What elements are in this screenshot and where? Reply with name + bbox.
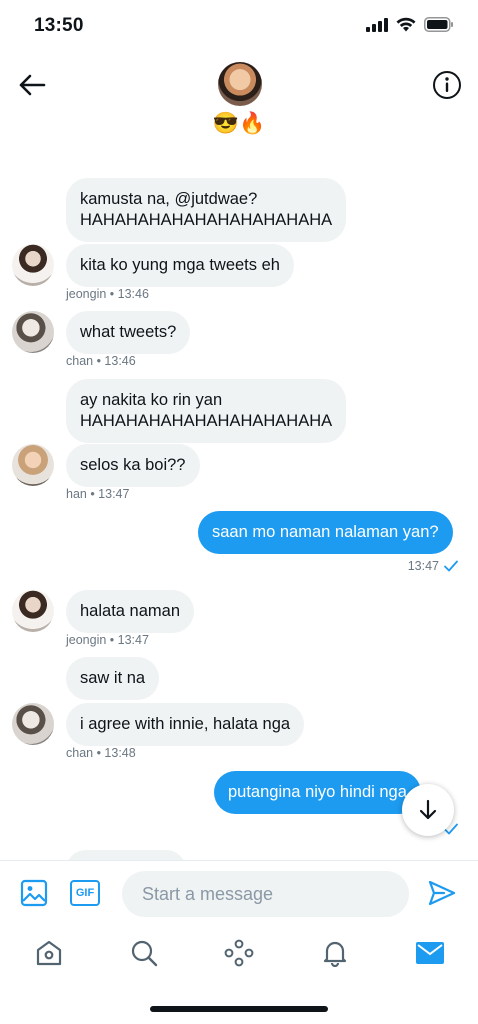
message-text: putangina niyo hindi nga xyxy=(228,783,407,801)
arrow-down-icon xyxy=(419,799,437,820)
message-text: saan mo naman nalaman yan? xyxy=(212,523,439,541)
info-icon xyxy=(433,71,461,99)
tab-notifications[interactable] xyxy=(318,936,352,970)
group-avatar[interactable] xyxy=(218,62,262,106)
scroll-to-bottom-button[interactable] xyxy=(402,784,454,836)
home-indicator[interactable] xyxy=(150,1006,328,1012)
message-meta: han • 13:47 xyxy=(66,487,130,501)
avatar-chan[interactable] xyxy=(12,703,54,745)
status-bar: 13:50 xyxy=(0,0,478,54)
message-text: HAHAHAHAHAHAHAHAHAHAHA xyxy=(80,412,333,430)
battery-icon xyxy=(424,17,453,32)
message-text: saw it na xyxy=(80,669,146,687)
message-meta: jeongin • 13:47 xyxy=(66,633,149,647)
tab-search[interactable] xyxy=(127,936,161,970)
message-bubble-outgoing[interactable]: saan mo naman nalaman yan? xyxy=(198,511,453,554)
search-icon xyxy=(131,940,158,967)
message-list[interactable]: kamusta na, @jutdwae? HAHAHAHAHAHAHAHAHA… xyxy=(0,150,478,860)
image-icon xyxy=(20,879,48,907)
message-bubble[interactable]: kita ko yung mga tweets eh xyxy=(66,244,294,287)
message-bubble-partial[interactable] xyxy=(66,850,186,860)
avatar-jeongin[interactable] xyxy=(12,590,54,632)
message-bubble[interactable]: i agree with innie, halata nga xyxy=(66,703,305,746)
message-time: 13:47 xyxy=(407,559,439,573)
info-button[interactable] xyxy=(432,70,462,100)
sent-check-icon xyxy=(444,560,458,572)
message-bubble[interactable]: saw it na xyxy=(66,657,160,700)
spaces-icon xyxy=(224,939,254,967)
gif-icon: GIF xyxy=(70,880,100,906)
message-bubble-outgoing[interactable]: putangina niyo hindi nga xyxy=(214,771,421,814)
home-icon xyxy=(36,940,62,966)
status-time: 13:50 xyxy=(34,15,84,36)
message-text: kita ko yung mga tweets eh xyxy=(80,256,280,274)
message-text: what tweets? xyxy=(80,323,177,341)
back-button[interactable] xyxy=(14,70,50,100)
message-bubble[interactable]: ay nakita ko rin yan HAHAHAHAHAHAHAHAHAH… xyxy=(66,379,347,443)
gif-button[interactable]: GIF xyxy=(69,877,101,909)
message-meta: jeongin • 13:46 xyxy=(66,287,149,301)
message-text: i agree with innie, halata nga xyxy=(80,715,291,733)
message-composer: GIF xyxy=(0,860,478,928)
avatar-han[interactable] xyxy=(12,444,54,486)
conversation-header: 😎🔥 xyxy=(0,54,478,150)
message-meta-outgoing: 13:47 xyxy=(408,559,458,573)
message-text: selos ka boi?? xyxy=(80,456,186,474)
message-bubble[interactable]: halata naman xyxy=(66,590,194,633)
notifications-icon xyxy=(323,941,347,967)
message-text: ay nakita ko rin yan xyxy=(80,391,223,409)
avatar-jeongin[interactable] xyxy=(12,244,54,286)
back-arrow-icon xyxy=(19,74,46,96)
status-icons xyxy=(366,17,454,32)
tab-messages[interactable] xyxy=(413,936,447,970)
tab-spaces[interactable] xyxy=(222,936,256,970)
send-icon xyxy=(428,880,456,906)
wifi-icon xyxy=(396,17,416,32)
avatar-chan[interactable] xyxy=(12,311,54,353)
tab-home[interactable] xyxy=(32,936,66,970)
messages-icon xyxy=(416,942,444,964)
message-bubble[interactable]: what tweets? xyxy=(66,311,191,354)
message-bubble[interactable]: kamusta na, @jutdwae? HAHAHAHAHAHAHAHAHA… xyxy=(66,178,347,242)
message-bubble[interactable]: selos ka boi?? xyxy=(66,444,200,487)
message-text: HAHAHAHAHAHAHAHAHAHAHA xyxy=(80,211,333,229)
send-button[interactable] xyxy=(426,877,458,909)
message-text: kamusta na, @jutdwae? xyxy=(80,190,258,208)
signal-icon xyxy=(366,17,388,32)
group-name[interactable]: 😎🔥 xyxy=(0,112,478,136)
bottom-tab-bar xyxy=(0,928,478,978)
message-meta: chan • 13:48 xyxy=(66,746,136,760)
media-button[interactable] xyxy=(18,877,50,909)
message-text: halata naman xyxy=(80,602,180,620)
message-meta: chan • 13:46 xyxy=(66,354,136,368)
message-input[interactable] xyxy=(122,871,409,917)
